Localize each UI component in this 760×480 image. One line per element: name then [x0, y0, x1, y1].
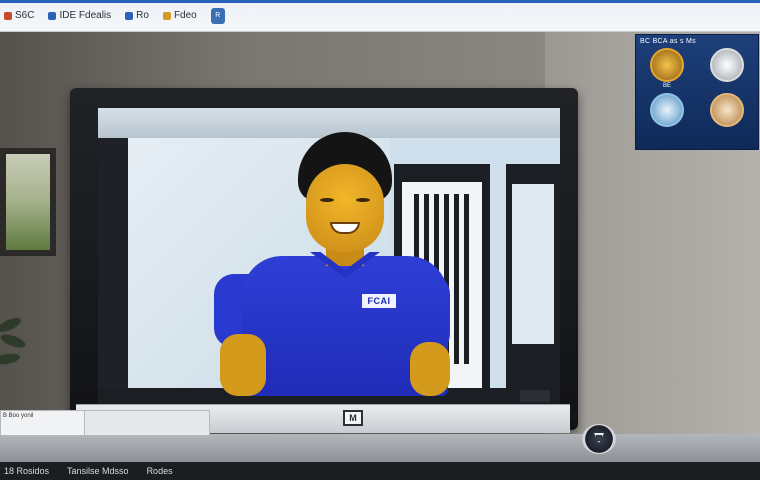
toolbar-item-3[interactable]: Ro — [125, 10, 149, 21]
shirt-logo: FCAI — [362, 294, 396, 308]
poster-cell — [700, 93, 754, 127]
disc-icon — [710, 48, 744, 82]
desk-base — [0, 434, 760, 462]
toolbar-item-label: Fdeo — [173, 10, 197, 21]
disc-icon — [650, 48, 684, 82]
toolbar-item-4[interactable]: Fdeo — [162, 10, 197, 21]
arm-left — [220, 334, 266, 396]
status-item-3: Rodes — [146, 466, 173, 476]
plant-icon — [0, 310, 30, 390]
toolbar-item-label: S6C — [15, 10, 35, 21]
poster-cell — [640, 93, 694, 127]
scene: S6C IDE Fdealis Ro Fdeo R BC BCA as s Ms… — [0, 0, 760, 480]
window — [506, 164, 560, 394]
toolbar-item-2[interactable]: IDE Fdealis — [48, 10, 111, 21]
top-toolbar: S6C IDE Fdealis Ro Fdeo R — [0, 0, 760, 32]
toolbar-item-label: IDE Fdealis — [59, 10, 112, 21]
logo-icon — [125, 11, 134, 20]
toolbar-item-1[interactable]: S6C — [4, 10, 34, 21]
eye-left — [320, 198, 334, 202]
wall-poster: BC BCA as s Ms BE — [635, 34, 759, 150]
poster-cell — [700, 48, 754, 89]
label-sticker: B Boo yonil — [0, 410, 90, 436]
poster-grid: BE — [640, 48, 754, 127]
status-item-1: 18 Rosidos — [4, 466, 50, 476]
toolbar-item-label: Ro — [136, 10, 149, 21]
smiling-person: FCAI — [214, 124, 450, 396]
room-pillar — [98, 138, 128, 404]
logo-icon — [48, 11, 57, 20]
disc-icon — [650, 93, 684, 127]
label-sticker-blank — [84, 410, 210, 436]
bottom-status-bar: 18 Rosidos Tansilse Mdsso Rodes — [0, 462, 760, 480]
poster-cell: BE — [640, 48, 694, 89]
landscape-picture — [6, 154, 50, 250]
speaker-logo-icon — [594, 433, 604, 443]
window-pane — [512, 184, 554, 344]
badge-icon[interactable]: R — [210, 7, 225, 24]
poster-cell-label: BE — [662, 83, 671, 89]
monitor-brand-icon: M — [343, 410, 363, 426]
face — [306, 164, 384, 252]
arm-right — [410, 342, 450, 396]
wall-picture-frame — [0, 148, 56, 256]
disc-icon — [710, 93, 744, 127]
logo-icon — [162, 11, 171, 20]
poster-title: BC BCA as s Ms — [640, 38, 696, 45]
logo-icon — [4, 11, 12, 20]
speaker-icon[interactable] — [582, 424, 616, 454]
monitor-status-strip — [520, 390, 550, 402]
status-item-2: Tansilse Mdsso — [67, 466, 129, 476]
eye-right — [356, 198, 370, 202]
